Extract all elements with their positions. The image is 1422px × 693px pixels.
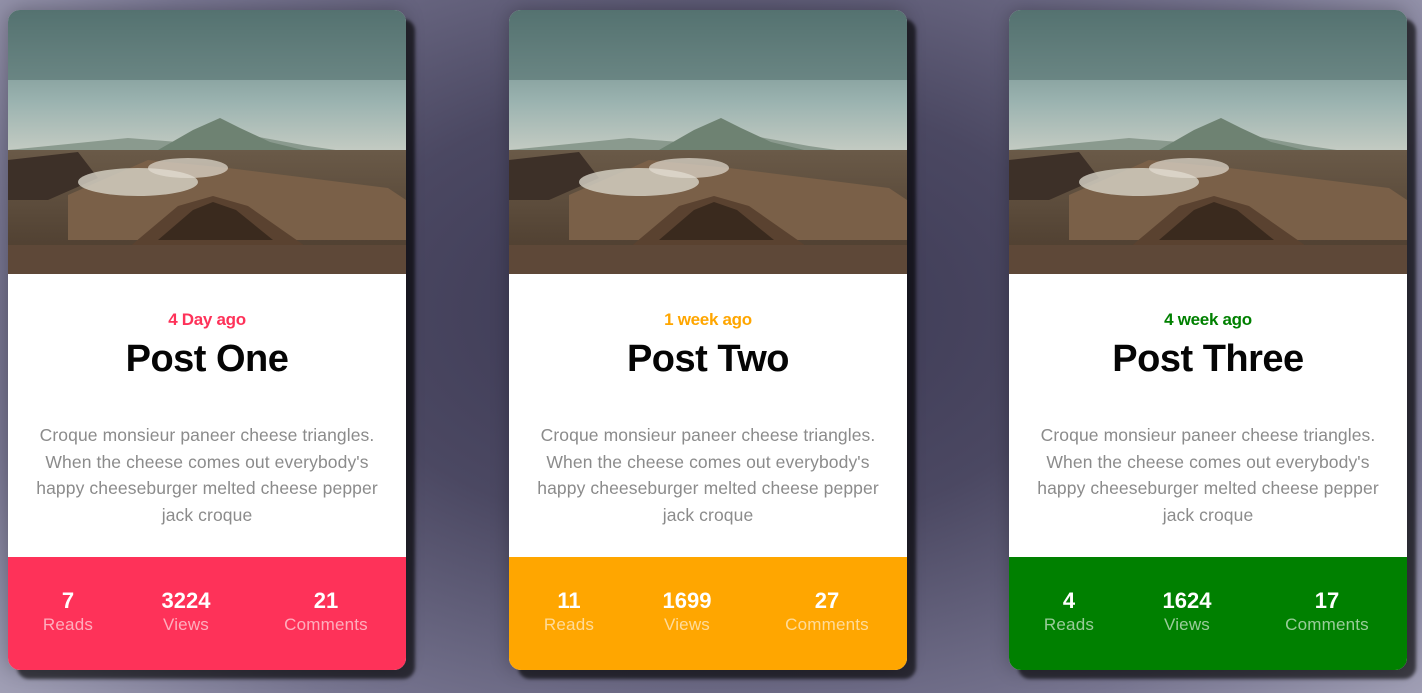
post-time: 1 week ago [664,310,752,329]
reads-count: 7 [61,588,75,613]
comments-stat: 17 Comments [1267,587,1387,635]
views-stat: 1699 Views [627,587,747,635]
post-description: Croque monsieur paneer cheese triangles.… [537,425,879,525]
views-stat: 3224 Views [126,587,246,635]
views-stat: 1624 Views [1127,587,1247,635]
post-title[interactable]: Post Three [1009,338,1407,381]
post-description: Croque monsieur paneer cheese triangles.… [36,425,378,525]
post-body: 4 Day ago Post One Croque monsieur panee… [8,274,406,557]
comments-count: 17 [1314,588,1340,613]
reads-label: Reads [1043,615,1095,634]
post-body: 1 week ago Post Two Croque monsieur pane… [509,274,907,557]
post-stats: 7 Reads 3224 Views 21 Comments [8,557,406,670]
views-label: Views [663,615,711,634]
reads-count: 11 [557,588,581,613]
reads-count: 4 [1062,588,1076,613]
comments-label: Comments [785,615,869,634]
post-card[interactable]: 4 Day ago Post One Croque monsieur panee… [8,10,406,670]
comments-count: 21 [313,588,339,613]
views-count: 3224 [161,588,211,613]
reads-label: Reads [543,615,595,634]
views-label: Views [162,615,210,634]
post-title[interactable]: Post Two [509,338,907,381]
comments-label: Comments [1285,615,1369,634]
comments-stat: 21 Comments [266,587,386,635]
post-description: Croque monsieur paneer cheese triangles.… [1037,425,1379,525]
post-title[interactable]: Post One [8,338,406,381]
post-time: 4 Day ago [168,310,246,329]
post-stats: 4 Reads 1624 Views 17 Comments [1009,557,1407,670]
post-image [8,10,406,274]
comments-stat: 27 Comments [767,587,887,635]
post-image [509,10,907,274]
reads-label: Reads [42,615,94,634]
views-label: Views [1163,615,1211,634]
post-time: 4 week ago [1164,310,1252,329]
reads-stat: 4 Reads [1009,587,1129,635]
views-count: 1624 [1162,588,1212,613]
reads-stat: 7 Reads [8,587,128,635]
post-body: 4 week ago Post Three Croque monsieur pa… [1009,274,1407,557]
comments-label: Comments [284,615,368,634]
views-count: 1699 [662,588,712,613]
reads-stat: 11 Reads [509,587,629,635]
cards-container: 4 Day ago Post One Croque monsieur panee… [0,0,1422,693]
comments-count: 27 [814,588,840,613]
post-stats: 11 Reads 1699 Views 27 Comments [509,557,907,670]
post-card[interactable]: 4 week ago Post Three Croque monsieur pa… [1009,10,1407,670]
post-card[interactable]: 1 week ago Post Two Croque monsieur pane… [509,10,907,670]
post-image [1009,10,1407,274]
